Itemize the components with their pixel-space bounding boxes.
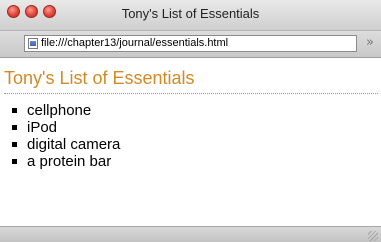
essentials-list: cellphone iPod digital camera a protein …	[0, 102, 120, 170]
page-content: Tony's List of Essentials cellphone iPod…	[0, 58, 381, 224]
list-item: iPod	[11, 119, 120, 136]
list-item: digital camera	[11, 136, 121, 153]
overflow-chevron-icon[interactable]: »	[366, 35, 374, 50]
list-item: a protein bar	[11, 153, 120, 170]
heading-underline	[4, 93, 378, 94]
title-bar[interactable]: Tony's List of Essentials	[0, 0, 381, 31]
url-field[interactable]: file:///chapter13/journal/essentials.htm…	[24, 35, 357, 52]
window-title: Tony's List of Essentials	[121, 6, 260, 21]
status-bar	[0, 226, 381, 242]
page-heading: Tony's List of Essentials	[4, 68, 195, 88]
resize-grip-icon[interactable]	[368, 231, 378, 241]
list-item: cellphone	[11, 102, 120, 119]
browser-window: Tony's List of Essentials file:///chapte…	[0, 0, 381, 242]
file-icon	[28, 38, 38, 49]
address-bar: file:///chapter13/journal/essentials.htm…	[0, 31, 381, 58]
url-text: file:///chapter13/journal/essentials.htm…	[41, 37, 229, 49]
